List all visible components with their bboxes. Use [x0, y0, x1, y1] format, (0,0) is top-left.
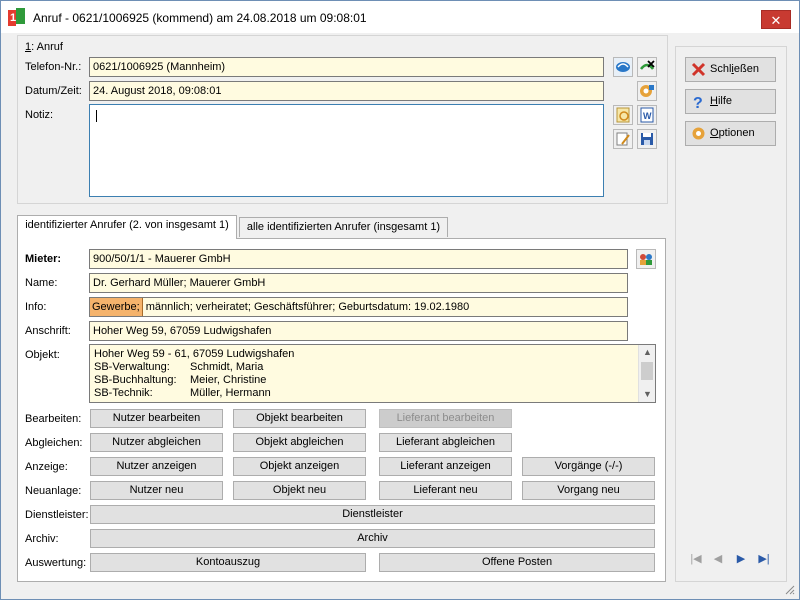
dienstleister-button[interactable]: Dienstleister — [90, 505, 655, 524]
lieferant-anzeigen-button[interactable]: Lieferant anzeigen — [379, 457, 512, 476]
vorgang-neu-button[interactable]: Vorgang neu — [522, 481, 655, 500]
mieter-field[interactable]: 900/50/1/1 - Mauerer GmbH — [89, 249, 628, 269]
contacts-icon — [640, 254, 652, 265]
datetime-field[interactable]: 24. August 2018, 09:08:01 — [89, 81, 604, 101]
scroll-up-icon[interactable]: ▲ — [639, 345, 655, 360]
previous-record-icon[interactable]: ◀ — [708, 550, 728, 570]
archiv-button[interactable]: Archiv — [90, 529, 655, 548]
neuanlage-label: Neuanlage: — [25, 485, 82, 497]
last-record-icon[interactable]: ▶| — [754, 550, 774, 570]
phone-label: Telefon-Nr.: — [25, 61, 82, 73]
time-settings-button[interactable] — [637, 81, 657, 101]
phone-call-button[interactable] — [613, 57, 633, 77]
objekt-label: Objekt: — [25, 349, 60, 361]
nutzer-neu-button[interactable]: Nutzer neu — [90, 481, 223, 500]
objekt-abgleichen-button[interactable]: Objekt abgleichen — [233, 433, 366, 452]
objekt-neu-button[interactable]: Objekt neu — [233, 481, 366, 500]
close-button[interactable]: Schließen — [685, 57, 776, 82]
hangup-icon — [640, 60, 655, 70]
address-field[interactable]: Hoher Weg 59, 67059 Ludwigshafen — [89, 321, 628, 341]
title-bar: 1 Anruf - 0621/1006925 (kommend) am 24.0… — [1, 1, 799, 33]
dienstleister-label: Dienstleister: — [25, 509, 89, 521]
anzeige-label: Anzeige: — [25, 461, 68, 473]
help-button[interactable]: ? Hilfe — [685, 89, 776, 114]
lieferant-bearbeiten-button[interactable]: Lieferant bearbeiten — [379, 409, 512, 428]
lieferant-neu-button[interactable]: Lieferant neu — [379, 481, 512, 500]
save-button[interactable] — [637, 129, 657, 149]
objekt-anzeigen-button[interactable]: Objekt anzeigen — [233, 457, 366, 476]
phone-field[interactable]: 0621/1006925 (Mannheim) — [89, 57, 604, 77]
word-icon: W — [640, 107, 654, 123]
first-record-icon[interactable]: |◀ — [686, 550, 706, 570]
auswertung-label: Auswertung: — [25, 557, 87, 569]
resize-grip-icon[interactable] — [785, 585, 795, 595]
window-close-button[interactable]: ✕ — [761, 10, 791, 29]
help-icon: ? — [693, 95, 703, 109]
info-field[interactable]: Gewerbe; männlich; verheiratet; Geschäft… — [89, 297, 628, 317]
objekt-row: SB-Buchhaltung: Meier, Christine — [94, 374, 267, 386]
note-label: Notiz: — [25, 109, 54, 121]
contacts-button[interactable] — [636, 249, 656, 269]
vorgaenge-button[interactable]: Vorgänge (-/-) — [522, 457, 655, 476]
lieferant-abgleichen-button[interactable]: Lieferant abgleichen — [379, 433, 512, 452]
next-record-icon[interactable]: ▶ — [731, 550, 751, 570]
abgleichen-label: Abgleichen: — [25, 437, 83, 449]
address-label: Anschrift: — [25, 325, 71, 337]
gear-icon — [692, 127, 705, 140]
note-icon — [616, 107, 630, 123]
hangup-button[interactable] — [637, 57, 657, 77]
svg-text:W: W — [643, 111, 652, 121]
edit-note-button[interactable] — [613, 129, 633, 149]
call-window: 1 Anruf - 0621/1006925 (kommend) am 24.0… — [0, 0, 800, 600]
objekt-scrollbar[interactable]: ▲ ▼ — [638, 345, 655, 402]
offene-posten-button[interactable]: Offene Posten — [379, 553, 655, 572]
call-group-label: 1: Anruf — [25, 41, 63, 53]
tab-identified-caller[interactable]: identifizierter Anrufer (2. von insgesam… — [17, 215, 237, 239]
objekt-field[interactable]: Hoher Weg 59 - 61, 67059 Ludwigshafen SB… — [89, 344, 656, 403]
scroll-down-icon[interactable]: ▼ — [639, 387, 655, 402]
edit-note-icon — [616, 132, 630, 146]
svg-text:1: 1 — [10, 12, 16, 24]
nutzer-abgleichen-button[interactable]: Nutzer abgleichen — [90, 433, 223, 452]
save-icon — [641, 133, 653, 145]
objekt-address: Hoher Weg 59 - 61, 67059 Ludwigshafen — [94, 348, 295, 360]
settings-time-icon — [640, 85, 654, 97]
name-label: Name: — [25, 277, 58, 289]
objekt-bearbeiten-button[interactable]: Objekt bearbeiten — [233, 409, 366, 428]
close-icon — [691, 62, 706, 77]
note-button[interactable] — [613, 105, 633, 125]
nutzer-anzeigen-button[interactable]: Nutzer anzeigen — [90, 457, 223, 476]
name-field[interactable]: Dr. Gerhard Müller; Mauerer GmbH — [89, 273, 628, 293]
objekt-row: SB-Verwaltung: Schmidt, Maria — [94, 361, 264, 373]
mieter-label: Mieter: — [25, 253, 62, 265]
svg-text:?: ? — [693, 95, 703, 109]
info-text: männlich; verheiratet; Geschäftsführer; … — [142, 301, 470, 313]
archiv-label: Archiv: — [25, 533, 59, 545]
kontoauszug-button[interactable]: Kontoauszug — [90, 553, 366, 572]
info-label: Info: — [25, 301, 47, 313]
nutzer-bearbeiten-button[interactable]: Nutzer bearbeiten — [90, 409, 223, 428]
objekt-row: SB-Technik: Müller, Hermann — [94, 387, 271, 399]
text-caret — [96, 110, 97, 122]
datetime-label: Datum/Zeit: — [25, 85, 82, 97]
options-button[interactable]: Optionen — [685, 121, 776, 146]
app-icon: 1 — [8, 8, 25, 26]
window-title: Anruf - 0621/1006925 (kommend) am 24.08.… — [33, 11, 367, 25]
word-export-button[interactable]: W — [637, 105, 657, 125]
scroll-thumb[interactable] — [641, 362, 653, 380]
gewerbe-tag: Gewerbe; — [90, 298, 143, 316]
phone-call-icon — [616, 62, 630, 72]
bearbeiten-label: Bearbeiten: — [25, 413, 82, 425]
note-textarea[interactable] — [89, 104, 604, 197]
tab-all-identified-callers[interactable]: alle identifizierten Anrufer (insgesamt … — [239, 217, 448, 237]
